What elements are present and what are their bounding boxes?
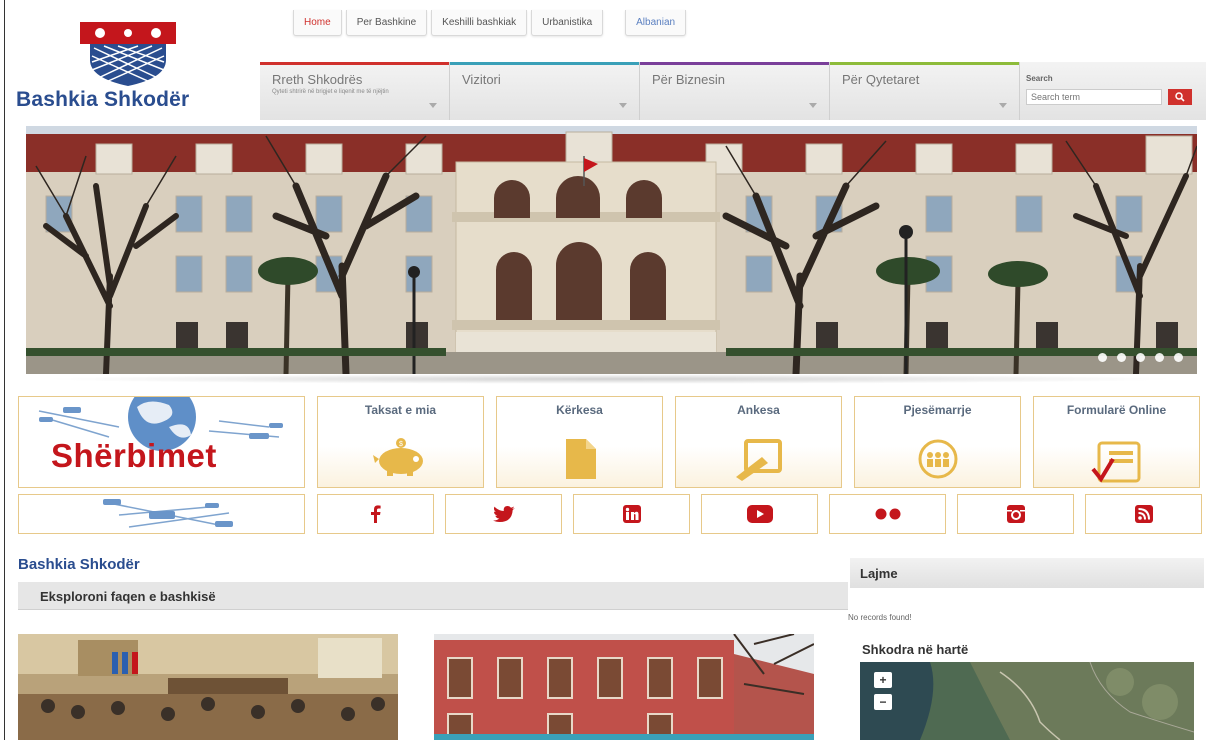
site-header: Bashkia Shkodër Home Per Bashkine Keshil… xyxy=(10,0,1206,120)
youtube-link[interactable] xyxy=(701,494,818,534)
services-row: Shërbimet Taksat e mia $ Kërkesa Ankesa … xyxy=(18,396,1204,488)
hero-shadow xyxy=(40,374,1180,384)
instagram-link[interactable] xyxy=(957,494,1074,534)
city-map[interactable]: + − xyxy=(860,662,1194,740)
council-meeting-photo xyxy=(18,634,398,740)
tab-keshilli-bashkiak[interactable]: Keshilli bashkiak xyxy=(431,10,528,36)
section-title: Bashkia Shkodër xyxy=(18,556,140,573)
twitter-icon xyxy=(492,506,515,522)
instagram-icon xyxy=(1006,505,1025,523)
red-building-photo xyxy=(434,634,814,740)
site-logo-text[interactable]: Bashkia Shkodër xyxy=(16,88,189,112)
search-input[interactable] xyxy=(1026,89,1162,105)
menu-accent-bar xyxy=(260,62,449,65)
rss-icon xyxy=(1134,505,1153,523)
linkedin-link[interactable] xyxy=(573,494,690,534)
slider-dot[interactable] xyxy=(1155,353,1164,362)
no-records-message: No records found! xyxy=(848,613,912,622)
linkedin-icon xyxy=(622,505,641,523)
flickr-icon xyxy=(875,508,900,520)
service-tile-kerkesa[interactable]: Kërkesa xyxy=(496,396,663,488)
menu-vizitori[interactable]: Vizitori xyxy=(450,62,640,120)
window-border xyxy=(4,0,5,740)
people-icon xyxy=(918,439,957,479)
menu-accent-bar xyxy=(830,62,1019,65)
menu-label: Vizitori xyxy=(462,72,501,87)
news-thumbnail-building[interactable] xyxy=(434,634,814,740)
slider-dot[interactable] xyxy=(1117,353,1126,362)
news-title: Lajme xyxy=(860,566,898,581)
tab-per-bashkine[interactable]: Per Bashkine xyxy=(345,10,428,36)
menu-label: Rreth Shkodrës xyxy=(272,72,363,87)
chevron-down-icon xyxy=(619,103,627,108)
coat-of-arms-logo[interactable] xyxy=(80,22,176,86)
service-tile-pjesemarrje[interactable]: Pjesëmarrje xyxy=(854,396,1021,488)
zoom-in-button[interactable]: + xyxy=(874,672,892,688)
explore-heading: Eksploroni faqen e bashkisë xyxy=(40,589,216,604)
hero-slider[interactable] xyxy=(26,126,1197,374)
map-title: Shkodra në hartë xyxy=(862,642,969,657)
rss-link[interactable] xyxy=(1085,494,1202,534)
services-banner[interactable]: Shërbimet xyxy=(18,396,305,488)
explore-bar: Eksploroni faqen e bashkisë xyxy=(18,582,848,610)
search-icon xyxy=(1175,92,1185,102)
menu-per-biznesin[interactable]: Për Biznesin xyxy=(640,62,830,120)
menu-sublabel: Qyteti shtrirë në brigjet e liqenit me t… xyxy=(272,89,389,95)
chevron-down-icon xyxy=(999,103,1007,108)
slider-pagination xyxy=(1098,353,1183,362)
document-icon xyxy=(565,439,596,479)
social-row xyxy=(18,494,1204,534)
news-thumbnail-council[interactable] xyxy=(18,634,398,740)
form-check-icon xyxy=(1090,441,1140,483)
chevron-down-icon xyxy=(429,103,437,108)
menu-accent-bar xyxy=(640,62,829,65)
svg-text:$: $ xyxy=(399,441,403,448)
piggy-bank-icon: $ xyxy=(372,438,423,476)
top-navigation: Home Per Bashkine Keshilli bashkiak Urba… xyxy=(293,10,687,36)
menu-rreth-shkodres[interactable]: Rreth Shkodrës Qyteti shtrirë në brigjet… xyxy=(260,62,450,120)
service-label: Kërkesa xyxy=(556,403,603,417)
service-tile-formulare[interactable]: Formularë Online xyxy=(1033,396,1200,488)
services-title: Shërbimet xyxy=(51,437,217,474)
news-header: Lajme xyxy=(850,558,1204,588)
menu-label: Për Qytetaret xyxy=(842,72,920,87)
map-tiles xyxy=(860,662,1194,740)
service-label: Taksat e mia xyxy=(364,403,437,417)
zoom-out-button[interactable]: − xyxy=(874,694,892,710)
hero-image-city-hall xyxy=(26,126,1197,374)
edit-note-icon xyxy=(735,439,782,481)
tab-urbanistika[interactable]: Urbanistika xyxy=(531,10,604,36)
facebook-icon xyxy=(370,505,381,523)
language-selector[interactable]: Albanian xyxy=(625,10,687,36)
youtube-icon xyxy=(746,505,773,523)
facebook-link[interactable] xyxy=(317,494,434,534)
chevron-down-icon xyxy=(809,103,817,108)
main-navigation: Rreth Shkodrës Qyteti shtrirë në brigjet… xyxy=(260,62,1206,120)
flickr-link[interactable] xyxy=(829,494,946,534)
slider-dot[interactable] xyxy=(1098,353,1107,362)
network-graphic-tile xyxy=(18,494,305,534)
search-label: Search xyxy=(1026,74,1053,83)
search-box: Search xyxy=(1020,62,1206,120)
tab-home[interactable]: Home xyxy=(293,10,342,36)
menu-accent-bar xyxy=(450,62,639,65)
twitter-link[interactable] xyxy=(445,494,562,534)
slider-dot[interactable] xyxy=(1174,353,1183,362)
search-button[interactable] xyxy=(1168,89,1192,105)
service-tile-ankesa[interactable]: Ankesa xyxy=(675,396,842,488)
menu-label: Për Biznesin xyxy=(652,72,725,87)
network-graphic xyxy=(103,499,233,528)
slider-dot[interactable] xyxy=(1136,353,1145,362)
service-label: Formularë Online xyxy=(1066,403,1167,417)
service-label: Ankesa xyxy=(737,403,780,417)
service-tile-taksat[interactable]: Taksat e mia $ xyxy=(317,396,484,488)
service-label: Pjesëmarrje xyxy=(903,403,972,417)
menu-per-qytetaret[interactable]: Për Qytetaret xyxy=(830,62,1020,120)
